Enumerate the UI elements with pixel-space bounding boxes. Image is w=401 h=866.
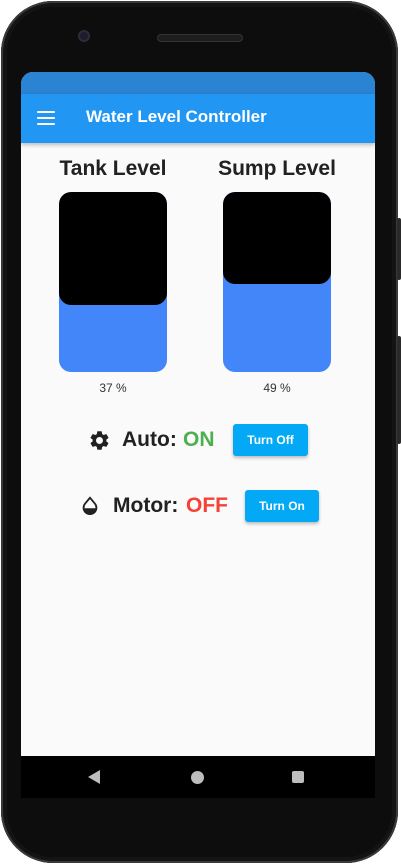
tank-level-heading: Tank Level	[59, 157, 167, 180]
app-title: Water Level Controller	[86, 107, 267, 126]
power-button	[397, 336, 401, 444]
recents-square-icon[interactable]	[292, 771, 304, 783]
status-bar	[21, 72, 375, 94]
tank-level-gauge	[59, 192, 167, 372]
motor-label: Motor:	[113, 494, 179, 517]
home-circle-icon[interactable]	[191, 771, 204, 784]
front-camera	[78, 30, 90, 42]
sump-level-percent: 49 %	[263, 381, 291, 395]
system-nav-bar	[21, 756, 375, 798]
water-drop-icon	[82, 496, 98, 515]
tank-level-percent: 37 %	[99, 381, 127, 395]
tank-empty-portion	[59, 192, 167, 305]
back-triangle-icon[interactable]	[88, 770, 100, 784]
earpiece-speaker	[157, 34, 243, 42]
auto-label: Auto:	[122, 428, 177, 451]
gear-icon	[90, 431, 109, 450]
volume-button	[397, 218, 401, 280]
sump-level-gauge	[223, 192, 331, 372]
motor-turn-on-button[interactable]: Turn On	[245, 490, 319, 522]
app-bar: Water Level Controller	[21, 94, 375, 143]
sump-empty-portion	[223, 192, 331, 284]
motor-state-text: OFF	[186, 494, 228, 517]
auto-state-text: ON	[183, 428, 215, 451]
auto-turn-off-button[interactable]: Turn Off	[233, 424, 308, 456]
sump-level-heading: Sump Level	[218, 157, 336, 180]
hamburger-menu-icon[interactable]	[37, 111, 55, 125]
app-screen: Water Level Controller Tank Level 37 % S…	[21, 72, 375, 756]
